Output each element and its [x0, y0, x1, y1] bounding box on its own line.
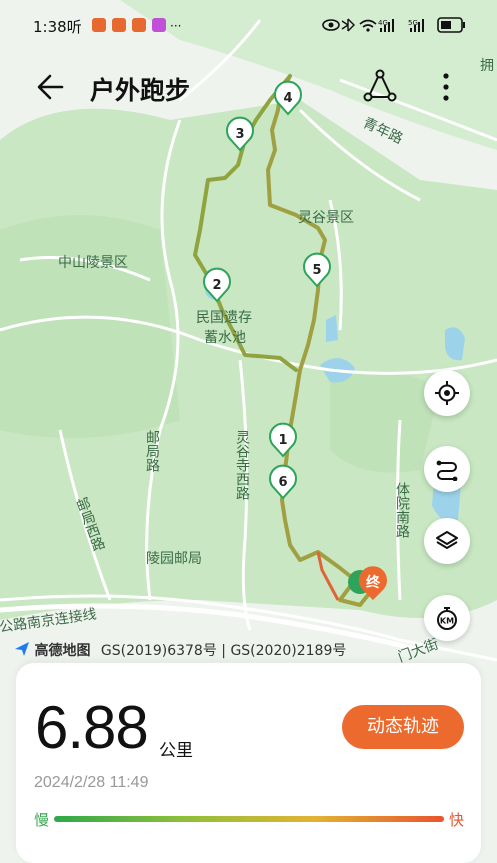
- km-marker-5-label: 5: [312, 263, 321, 278]
- end-marker-label: 终: [366, 574, 381, 591]
- label-area-linggu: 灵谷景区: [298, 210, 354, 226]
- svg-text:4G: 4G: [378, 19, 388, 27]
- label-site-xushuichi: 蓄水池: [204, 330, 246, 346]
- pace-gradient-bar: [54, 816, 444, 822]
- route-icon: [436, 460, 458, 481]
- route-share-icon[interactable]: [362, 68, 398, 104]
- more-options-icon[interactable]: [434, 70, 458, 104]
- label-site-minguo: 民国遗存: [196, 310, 252, 326]
- status-bar: 1:38听 ··· 4G 5G: [0, 0, 497, 50]
- status-time: 1:38听: [33, 18, 82, 36]
- target-icon: [435, 381, 459, 405]
- layers-icon: [436, 531, 458, 549]
- top-bar: 户外跑步: [0, 58, 497, 118]
- svg-text:···: ···: [170, 19, 181, 33]
- distance-unit: 公里: [159, 741, 193, 761]
- label-road-youju: 邮局路: [144, 430, 160, 472]
- label-road-tiyuannan: 体院南路: [394, 482, 410, 538]
- distance-value: 6.88: [35, 694, 149, 761]
- svg-text:5G: 5G: [408, 19, 418, 27]
- notification-icons: ···: [92, 18, 181, 33]
- amap-logo-icon: [15, 642, 29, 656]
- stopwatch-km-icon: KM: [437, 607, 457, 630]
- label-road-lingusi: 灵谷寺西路: [234, 430, 250, 500]
- km-split-button[interactable]: KM: [424, 595, 470, 641]
- attribution-logo: 高德地图: [34, 643, 91, 659]
- route-toggle-button[interactable]: [424, 446, 470, 492]
- km-marker-1-label: 1: [278, 433, 287, 448]
- attribution-text: GS(2019)6378号 | GS(2020)2189号: [100, 643, 347, 659]
- summary-card: 6.88 公里 2024/2/28 11:49 动态轨迹 慢 快: [16, 663, 481, 863]
- locate-button[interactable]: [424, 370, 470, 416]
- system-status-icons: 4G 5G: [322, 17, 465, 33]
- back-arrow-icon[interactable]: [34, 70, 68, 104]
- label-road-lingyuan: 陵园邮局: [146, 551, 202, 567]
- km-marker-6-label: 6: [278, 475, 287, 490]
- pace-fast-label: 快: [449, 811, 465, 829]
- map-attribution: 高德地图 GS(2019)6378号 | GS(2020)2189号: [14, 640, 346, 660]
- dynamic-track-button[interactable]: 动态轨迹: [342, 705, 464, 749]
- workout-datetime: 2024/2/28 11:49: [34, 774, 149, 791]
- page-title: 户外跑步: [90, 76, 191, 105]
- map-layers-button[interactable]: [424, 518, 470, 564]
- km-marker-3-label: 3: [235, 127, 244, 142]
- label-area-zhongshanling: 中山陵景区: [58, 255, 128, 271]
- pace-slow-label: 慢: [34, 811, 50, 829]
- km-marker-2-label: 2: [212, 278, 221, 293]
- svg-text:KM: KM: [440, 617, 454, 626]
